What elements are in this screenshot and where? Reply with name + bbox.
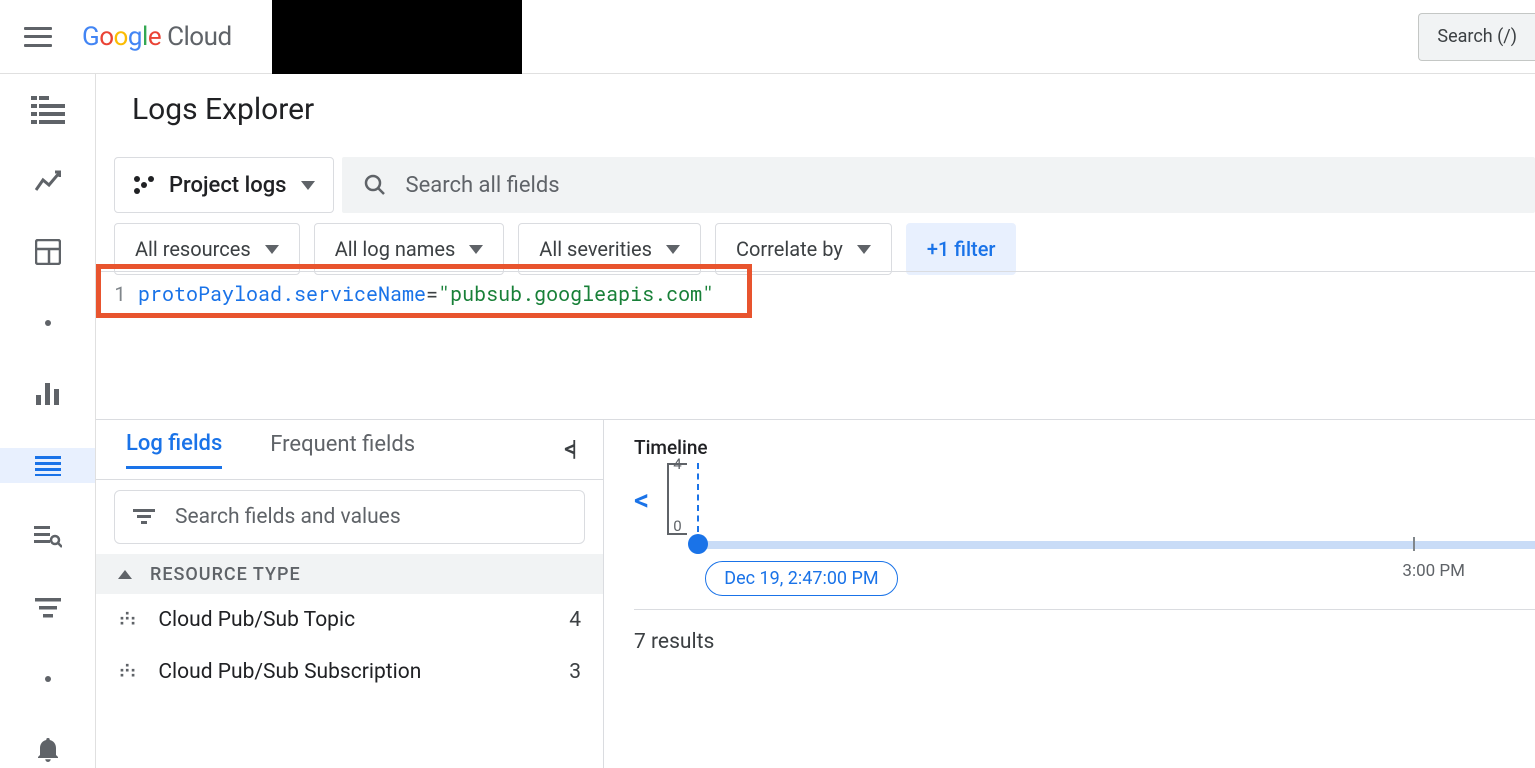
global-search-button[interactable]: Search (/) bbox=[1418, 13, 1535, 61]
nav-filter-icon[interactable] bbox=[0, 590, 95, 625]
scope-label: Project logs bbox=[169, 173, 287, 198]
chevron-down-icon bbox=[265, 245, 279, 254]
fields-search-placeholder: Search fields and values bbox=[175, 505, 401, 529]
field-count: 4 bbox=[569, 608, 581, 632]
filter-lognames[interactable]: All log names bbox=[314, 223, 505, 275]
line-number: 1 bbox=[96, 281, 138, 307]
search-icon bbox=[364, 174, 386, 196]
timeline-label: Timeline bbox=[634, 436, 1535, 459]
left-nav bbox=[0, 74, 96, 768]
group-resource-type[interactable]: RESOURCE TYPE bbox=[96, 554, 603, 594]
axis-max: 4 bbox=[673, 455, 681, 473]
page-title: Logs Explorer bbox=[132, 92, 1535, 127]
results-count: 7 results bbox=[634, 609, 1535, 654]
collapse-panel-icon[interactable]: <| bbox=[564, 437, 573, 462]
google-cloud-logo[interactable]: Google Cloud bbox=[82, 22, 232, 52]
group-label: RESOURCE TYPE bbox=[150, 564, 301, 585]
chevron-down-icon bbox=[301, 181, 315, 190]
more-filters-button[interactable]: +1 filter bbox=[906, 223, 1017, 275]
query-key: protoPayload.serviceName bbox=[138, 281, 426, 307]
nav-list-icon[interactable] bbox=[0, 92, 95, 127]
nav-dot-2[interactable] bbox=[0, 662, 95, 697]
nav-bars-icon[interactable] bbox=[0, 377, 95, 412]
timeline-track[interactable]: Dec 19, 2:47:00 PM 3:00 PM bbox=[697, 463, 1535, 553]
menu-button[interactable] bbox=[24, 27, 52, 47]
query-val: "pubsub.googleapis.com" bbox=[438, 281, 714, 307]
timeline-prev[interactable]: < bbox=[634, 483, 649, 518]
nav-bell-icon[interactable] bbox=[0, 733, 95, 768]
field-count: 3 bbox=[569, 660, 581, 684]
timeline-handle[interactable] bbox=[688, 534, 708, 554]
search-button-label: Search (/) bbox=[1437, 26, 1517, 47]
timeline-3pm-label: 3:00 PM bbox=[1402, 561, 1465, 581]
chevron-up-icon bbox=[118, 570, 132, 579]
scope-select[interactable]: Project logs bbox=[114, 157, 334, 213]
scatter-icon: ⠞⠆ bbox=[118, 662, 140, 683]
nav-dot-1[interactable] bbox=[0, 306, 95, 341]
tab-log-fields[interactable]: Log fields bbox=[126, 431, 222, 469]
timeline-tick bbox=[1413, 537, 1415, 551]
redacted-area bbox=[272, 0, 522, 74]
chevron-down-icon bbox=[857, 245, 871, 254]
query-editor[interactable]: 1 protoPayload.serviceName="pubsub.googl… bbox=[96, 271, 1535, 420]
nav-logs-icon[interactable] bbox=[0, 448, 95, 483]
field-row[interactable]: ⠞⠆ Cloud Pub/Sub Subscription 3 bbox=[96, 646, 603, 698]
nav-dashboard-icon[interactable] bbox=[0, 234, 95, 269]
filter-icon bbox=[133, 509, 155, 525]
field-label: Cloud Pub/Sub Topic bbox=[158, 608, 551, 632]
timeline-panel: Timeline < 4 0 Dec 19, 2:47:00 PM 3 bbox=[604, 420, 1535, 768]
field-row[interactable]: ⠞⠆ Cloud Pub/Sub Topic 4 bbox=[96, 594, 603, 646]
fields-search-input[interactable]: Search fields and values bbox=[114, 490, 585, 544]
nav-chart-icon[interactable] bbox=[0, 163, 95, 198]
search-placeholder: Search all fields bbox=[406, 173, 560, 198]
scope-icon bbox=[133, 175, 155, 195]
tab-frequent-fields[interactable]: Frequent fields bbox=[270, 432, 415, 467]
axis-min: 0 bbox=[673, 517, 681, 535]
nav-search-logs-icon[interactable] bbox=[0, 519, 95, 554]
filter-correlate[interactable]: Correlate by bbox=[715, 223, 892, 275]
scatter-icon: ⠞⠆ bbox=[118, 610, 140, 631]
chevron-down-icon bbox=[469, 245, 483, 254]
timeline-time-pill: Dec 19, 2:47:00 PM bbox=[705, 561, 897, 596]
query-op: = bbox=[426, 281, 438, 307]
log-fields-panel: Log fields Frequent fields <| Search fie… bbox=[96, 420, 604, 768]
filter-resources[interactable]: All resources bbox=[114, 223, 300, 275]
field-label: Cloud Pub/Sub Subscription bbox=[158, 660, 551, 684]
filter-severities[interactable]: All severities bbox=[518, 223, 701, 275]
chevron-down-icon bbox=[666, 245, 680, 254]
search-all-fields[interactable]: Search all fields bbox=[342, 157, 1535, 213]
